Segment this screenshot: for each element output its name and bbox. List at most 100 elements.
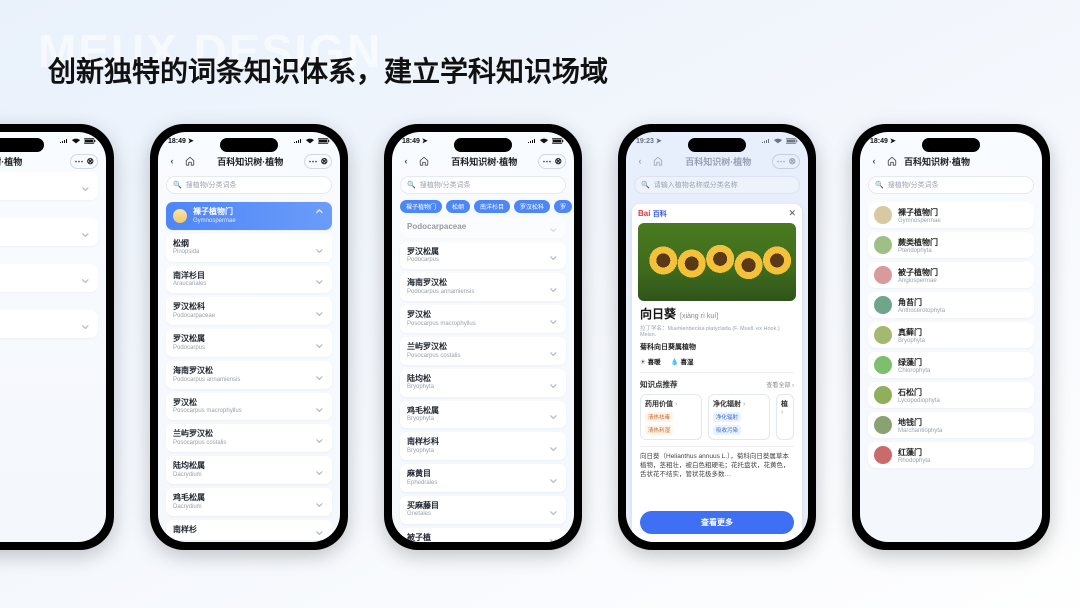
category-item[interactable]: 石松门 Lycopodiophyta — [868, 382, 1034, 408]
list-area[interactable]: 裸子植物门 Gymnospermae ⌃ 松纲 Pinopsida ⌄ 南洋杉目 A… — [158, 198, 340, 542]
close-icon[interactable]: ⊗ — [554, 156, 562, 167]
search-input[interactable]: 🔍 搜植物/分类词条 — [400, 176, 566, 194]
status-icons — [292, 138, 330, 145]
chevron-down-icon: ⌄ — [313, 269, 326, 289]
list-item[interactable]: 买麻藤目 Gnetales ⌄ — [400, 496, 566, 524]
list-item[interactable]: Podocarpaceae ⌄ — [400, 217, 566, 238]
list-item[interactable]: phyta ⌄ — [0, 264, 98, 292]
home-icon[interactable] — [184, 155, 196, 167]
app-title: 百科知识树·植物 — [436, 155, 532, 168]
item-title: 鸡毛松属 — [173, 493, 325, 503]
list-item[interactable]: 南样杉 ⌄ — [166, 520, 332, 541]
category-item[interactable]: 真藓门 Bryophyta — [868, 322, 1034, 348]
chevron-down-icon: ⌄ — [547, 436, 560, 456]
chevron-down-icon: ⌄ — [79, 176, 92, 196]
back-icon[interactable]: ‹ — [400, 155, 412, 167]
list-item[interactable]: 罗汉松 Posocarpus macrophyllus ⌄ — [166, 393, 332, 421]
list-item[interactable]: 罗汉松属 Podocarpus ⌄ — [400, 242, 566, 270]
back-icon[interactable]: ‹ — [166, 155, 178, 167]
home-icon[interactable] — [418, 155, 430, 167]
list-item[interactable]: 兰屿罗汉松 Posocarpus costalis ⌄ — [166, 424, 332, 452]
item-subtitle: Bryophyta — [407, 416, 559, 423]
back-icon[interactable]: ‹ — [868, 155, 880, 167]
knowledge-tag: 清热祛毒 — [645, 412, 673, 422]
search-input[interactable]: 🔍 搜植物/分类词条 — [166, 176, 332, 194]
knowledge-card-title: 植 › — [781, 399, 789, 416]
knowledge-card[interactable]: 净化辐射 ›净化辐射吸收污染 — [708, 394, 770, 440]
breadcrumb-chip[interactable]: 罗 — [554, 200, 572, 213]
item-subtitle: Gnetales — [407, 511, 559, 518]
list-item[interactable]: 海南罗汉松 Podocarpus annamiensis ⌄ — [400, 273, 566, 301]
item-title: 裸子植物门 — [193, 207, 236, 217]
item-title: 南洋杉目 — [173, 271, 325, 281]
category-item[interactable]: 被子植物门 Angiospermae — [868, 262, 1034, 288]
breadcrumb-chip[interactable]: 南洋杉目 — [474, 200, 510, 213]
ellipsis-icon[interactable]: ⋯ — [542, 156, 551, 167]
search-input[interactable]: 🔍 请输入植物名称或分类名称 — [634, 176, 800, 194]
list-item[interactable]: 兰屿罗汉松 Posocarpus costalis ⌄ — [400, 337, 566, 365]
list-item[interactable]: 松纲 Pinopsida ⌄ — [166, 234, 332, 262]
close-icon[interactable]: ✕ — [788, 208, 796, 219]
breadcrumb-chips[interactable]: 裸子植物门松纲南洋杉目罗汉松科罗 — [392, 200, 574, 213]
mini-program-capsule[interactable]: ⋯ ⊗ — [70, 154, 98, 169]
item-subtitle: Rhodophyta — [898, 458, 930, 464]
category-item[interactable]: 裸子植物门 Gymnospermae — [868, 202, 1034, 228]
item-title: 陆均松 — [407, 374, 559, 384]
category-item[interactable]: 绿藻门 Chlorophyta — [868, 352, 1034, 378]
phone-1: 知识树·植物 ⋯ ⊗ ae ⌄ ⌄ phyta ⌄ — [0, 124, 114, 550]
search-icon: 🔍 — [173, 181, 182, 189]
list-item-active[interactable]: 裸子植物门 Gymnospermae ⌃ — [166, 202, 332, 230]
list-item[interactable]: 陆均松 Bryophyta ⌄ — [400, 369, 566, 397]
list-area[interactable]: 裸子植物门 Gymnospermae 蕨类植物门 Pteridophyta 被子… — [860, 198, 1042, 542]
knowledge-cards[interactable]: 药用价值 ›清热祛毒清热利湿净化辐射 ›净化辐射吸收污染 植 › — [640, 394, 794, 440]
breadcrumb-chip[interactable]: 裸子植物门 — [400, 200, 442, 213]
back-icon[interactable]: ‹ — [634, 155, 646, 167]
list-item[interactable]: 麻黄目 Ephedrales ⌄ — [400, 464, 566, 492]
mini-program-capsule[interactable]: ⋯ ⊗ — [304, 154, 332, 169]
list-item[interactable]: 罗汉松属 Podocarpus ⌄ — [166, 329, 332, 357]
close-icon[interactable]: ⊗ — [86, 156, 94, 167]
list-item[interactable]: 南洋杉目 Araucariales ⌄ — [166, 266, 332, 294]
home-icon[interactable] — [886, 155, 898, 167]
ellipsis-icon[interactable]: ⋯ — [308, 156, 317, 167]
list-item[interactable]: 鸡毛松属 Bryophyta ⌄ — [400, 401, 566, 429]
ellipsis-icon[interactable]: ⋯ — [74, 156, 83, 167]
list-area[interactable]: ae ⌄ ⌄ phyta ⌄ ⌄ — [0, 172, 106, 542]
category-item[interactable]: 红藻门 Rhodophyta — [868, 442, 1034, 468]
list-item[interactable]: ⌄ — [0, 218, 98, 246]
list-item[interactable]: 南样杉科 Bryophyta ⌄ — [400, 432, 566, 460]
chevron-down-icon: ⌄ — [79, 222, 92, 242]
app-header: ‹ 百科知识树·植物 ⋯ ⊗ — [626, 150, 808, 172]
category-item[interactable]: 角苔门 Anthocerotophyta — [868, 292, 1034, 318]
breadcrumb-chip[interactable]: 罗汉松科 — [514, 200, 550, 213]
plant-description: 向日葵（Helianthus annuus L.），菊科向日葵属草本植物，茎粗壮… — [640, 446, 794, 501]
app-header: ‹ 百科知识树·植物 ⋯ ⊗ — [392, 150, 574, 172]
close-icon[interactable]: ⊗ — [788, 156, 796, 167]
search-input[interactable]: 🔍 搜植物/分类词条 — [868, 176, 1034, 194]
knowledge-card[interactable]: 药用价值 ›清热祛毒清热利湿 — [640, 394, 702, 440]
mini-program-capsule[interactable]: ⋯ ⊗ — [772, 154, 800, 169]
view-all-link[interactable]: 查看全部 › — [766, 380, 794, 389]
list-item[interactable]: 鸡毛松属 Dacrydium ⌄ — [166, 488, 332, 516]
list-item[interactable]: ⌄ — [0, 310, 98, 338]
view-more-button[interactable]: 查看更多 — [640, 511, 794, 534]
knowledge-card[interactable]: 植 › — [776, 394, 794, 440]
list-item[interactable]: 罗汉松科 Podocarpaceae ⌄ — [166, 297, 332, 325]
list-item[interactable]: 被子植 ⌄ — [400, 528, 566, 542]
category-avatar-icon — [874, 416, 892, 434]
list-item[interactable]: 陆均松属 Dacrydium ⌄ — [166, 456, 332, 484]
category-item[interactable]: 地钱门 Marchantiophyta — [868, 412, 1034, 438]
list-item[interactable]: 罗汉松 Posocarpus macrophyllus ⌄ — [400, 305, 566, 333]
ellipsis-icon[interactable]: ⋯ — [776, 156, 785, 167]
item-subtitle: Gymnospermae — [193, 218, 236, 225]
item-title: 买麻藤目 — [407, 501, 559, 511]
home-icon[interactable] — [652, 155, 664, 167]
list-item[interactable]: ae ⌄ — [0, 172, 98, 200]
list-area[interactable]: Podocarpaceae ⌄ 罗汉松属 Podocarpus ⌄ 海南罗汉松 Po… — [392, 213, 574, 542]
list-item[interactable]: 海南罗汉松 Podocarpus annamiensis ⌄ — [166, 361, 332, 389]
mini-program-capsule[interactable]: ⋯ ⊗ — [538, 154, 566, 169]
category-item[interactable]: 蕨类植物门 Pteridophyta — [868, 232, 1034, 258]
close-icon[interactable]: ⊗ — [320, 156, 328, 167]
breadcrumb-chip[interactable]: 松纲 — [446, 200, 470, 213]
chevron-down-icon: ⌄ — [547, 404, 560, 424]
